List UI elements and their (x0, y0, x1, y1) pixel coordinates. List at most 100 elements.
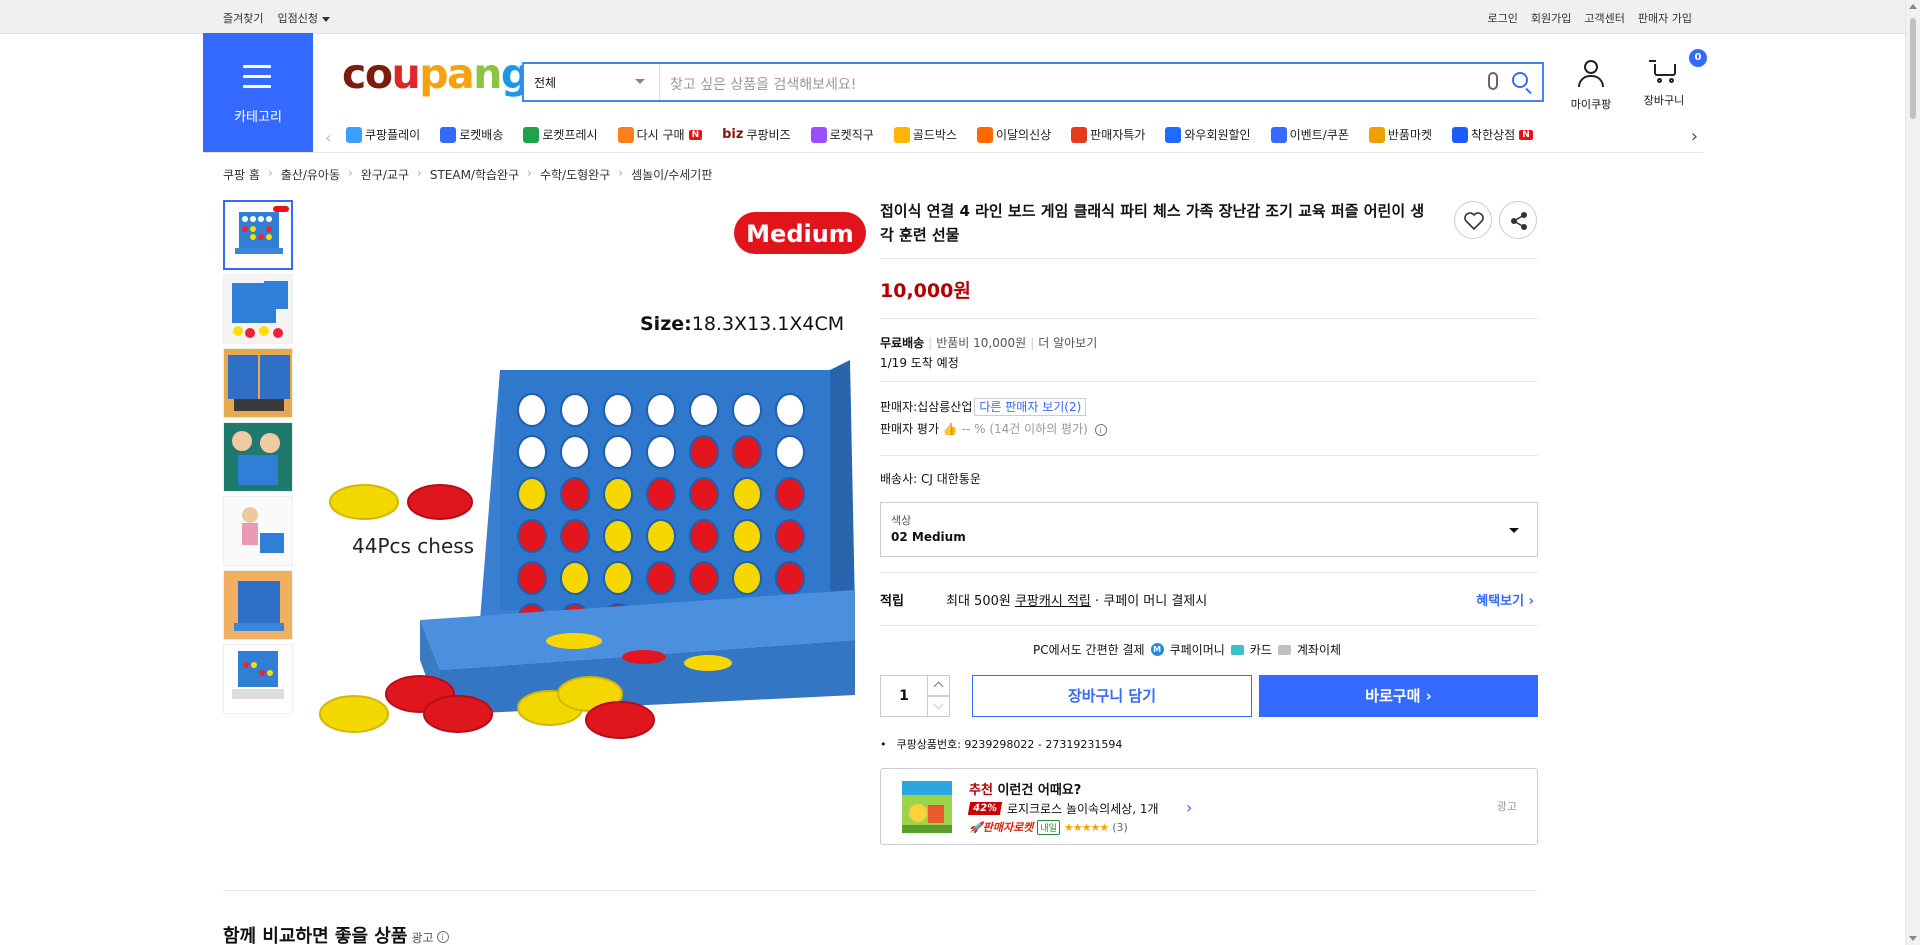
nav-item-12[interactable]: 착한상점 N (1452, 126, 1533, 143)
review-count: (3) (1112, 820, 1128, 834)
nav-item-5[interactable]: 로켓직구 (810, 126, 874, 143)
vendor-apply-link[interactable]: 입점신청 (277, 10, 330, 26)
nav-item-label: 로켓프레시 (542, 128, 598, 142)
seller-signup-link[interactable]: 판매자 가입 (1638, 10, 1692, 26)
search-category-select[interactable]: 전체 (524, 64, 660, 100)
board-hole (732, 519, 762, 553)
thumbnail-6[interactable] (223, 570, 293, 640)
share-button[interactable] (1499, 201, 1537, 239)
scroll-thumb[interactable] (1909, 17, 1917, 120)
nav-item-3[interactable]: 다시 구매 N (617, 126, 703, 143)
breadcrumb-item[interactable]: 완구/교구 (361, 166, 409, 183)
breadcrumb-item[interactable]: 수학/도형완구 (540, 166, 610, 183)
thumbnail-5[interactable] (223, 496, 293, 566)
ad-label: 광고 (1496, 800, 1517, 813)
quantity-decrease-button[interactable] (927, 696, 950, 717)
board-hole (689, 477, 719, 511)
discount-badge: 42% (967, 802, 1003, 815)
page-scrollbar[interactable] (1905, 0, 1920, 945)
card-icon (1230, 644, 1244, 655)
nav-item-label: 착한상점 (1471, 128, 1516, 142)
cart-button[interactable]: 0 장바구니 (1634, 49, 1707, 108)
chevron-right-icon: › (267, 166, 273, 180)
signup-link[interactable]: 회원가입 (1531, 10, 1571, 26)
nav-item-7[interactable]: 이달의신상 (976, 126, 1051, 143)
login-link[interactable]: 로그인 (1488, 10, 1518, 26)
mycoupang-button[interactable]: 마이쿠팡 (1566, 60, 1616, 112)
rocket-fresh-icon (523, 126, 540, 143)
nav-item-label: 로켓직구 (829, 128, 874, 142)
bookmark-link[interactable]: 즐겨찾기 (223, 10, 263, 26)
board-hole (603, 393, 633, 427)
caret-down-icon (1509, 528, 1519, 533)
thumbnail-2[interactable] (223, 274, 293, 344)
shipping-more-link[interactable]: 더 알아보기 (1038, 336, 1097, 350)
nav-item-11[interactable]: 반품마켓 (1368, 126, 1432, 143)
arrival-eta: 1/19 도착 예정 (880, 356, 959, 370)
recommendation-heading: 추천 이런건 어때요? (969, 783, 1082, 798)
nav-item-label: 로켓배송 (459, 128, 504, 142)
nav-prev-icon[interactable]: ‹ (325, 128, 331, 147)
nav-item-10[interactable]: 이벤트/쿠폰 (1270, 126, 1349, 143)
thumbnail-3[interactable] (223, 348, 293, 418)
nav-item-0[interactable]: 쿠팡플레이 (346, 126, 420, 143)
recommendation-name[interactable]: 로지크로스 놀이속의세상, 1개 (1007, 800, 1159, 817)
nav-item-6[interactable]: 골드박스 (893, 126, 957, 143)
search-input[interactable]: 찾고 싶은 상품을 검색해보세요! (670, 74, 856, 94)
board-hole (775, 393, 805, 427)
other-sellers-link[interactable]: 다른 판매자 보기(2) (974, 398, 1087, 416)
thumbnail-7[interactable] (223, 644, 293, 714)
price-divider (880, 318, 1538, 319)
favorite-button[interactable] (1454, 201, 1492, 239)
buy-now-button[interactable]: 바로구매 › (1259, 675, 1538, 717)
quantity-input[interactable]: 1 (880, 675, 928, 717)
board-hole (646, 477, 676, 511)
breadcrumb-item[interactable]: 쿠팡 홈 (223, 166, 260, 183)
recommendation-card[interactable]: 추천 이런건 어때요? 42% 로지크로스 놀이속의세상, 1개 › 🚀판매자로… (880, 768, 1538, 845)
board-hole (775, 561, 805, 595)
thumbnail-1[interactable] (223, 200, 293, 270)
title-divider (880, 258, 1538, 259)
reward-divider (880, 625, 1538, 626)
nav-next-icon[interactable]: › (1691, 126, 1698, 147)
reward-desc: 최대 500원 쿠팡캐시 적립 · 쿠페이 머니 결제시 (946, 594, 1208, 609)
nav-item-1[interactable]: 로켓배송 (440, 126, 503, 143)
user-icon (1584, 60, 1598, 74)
rebuy-icon (617, 126, 634, 143)
add-to-cart-button[interactable]: 장바구니 담기 (972, 675, 1252, 717)
scroll-down-icon[interactable] (1909, 936, 1917, 941)
info-icon[interactable]: i (436, 931, 449, 943)
benefits-link[interactable]: 혜택보기 › (1476, 590, 1534, 609)
coupang-cash-link[interactable]: 쿠팡캐시 적립 (1015, 594, 1091, 609)
color-option-select[interactable]: 색상 02 Medium (880, 502, 1538, 557)
search-icon[interactable] (1512, 72, 1528, 88)
seller-rating-value: -- % (14건 이하의 평가) (961, 422, 1088, 436)
nav-item-2[interactable]: 로켓프레시 (523, 126, 598, 143)
product-title: 접이식 연결 4 라인 보드 게임 클래식 파티 체스 가족 장난감 조기 교육… (880, 202, 1425, 244)
product-main-image[interactable]: Medium Size:18.3X13.1X4CM 44Pcs chess (310, 200, 870, 760)
bank-label: 계좌이체 (1296, 643, 1342, 657)
quantity-increase-button[interactable] (927, 675, 950, 696)
breadcrumb-item[interactable]: STEAM/학습완구 (430, 166, 519, 183)
customer-center-link[interactable]: 고객센터 (1584, 10, 1624, 26)
coupang-logo[interactable]: coupang (342, 54, 530, 95)
scroll-up-icon[interactable] (1909, 4, 1917, 9)
shop-icon (1452, 126, 1469, 143)
board-hole (560, 519, 590, 553)
seller-name[interactable]: 십삼릉산업 (917, 400, 972, 414)
cart-count-badge: 0 (1689, 49, 1707, 67)
board-hole (603, 435, 633, 469)
chevron-right-icon[interactable]: › (1186, 798, 1192, 817)
nav-item-8[interactable]: 판매자특가 (1071, 126, 1145, 143)
nav-item-9[interactable]: 와우회원할인 (1165, 126, 1251, 143)
svg-text:Medium: Medium (746, 220, 854, 248)
breadcrumb-item[interactable]: 출산/유아동 (281, 166, 340, 183)
category-menu-button[interactable]: 카테고리 (203, 33, 313, 152)
microphone-icon[interactable] (1488, 72, 1498, 90)
nav-item-4[interactable]: biz 쿠팡비즈 (722, 126, 791, 143)
recommendation-image[interactable] (902, 781, 952, 833)
breadcrumb-item[interactable]: 셈놀이/수세기판 (631, 166, 712, 183)
info-icon[interactable]: i (1094, 423, 1107, 436)
board-hole (775, 477, 805, 511)
thumbnail-4[interactable] (223, 422, 293, 492)
